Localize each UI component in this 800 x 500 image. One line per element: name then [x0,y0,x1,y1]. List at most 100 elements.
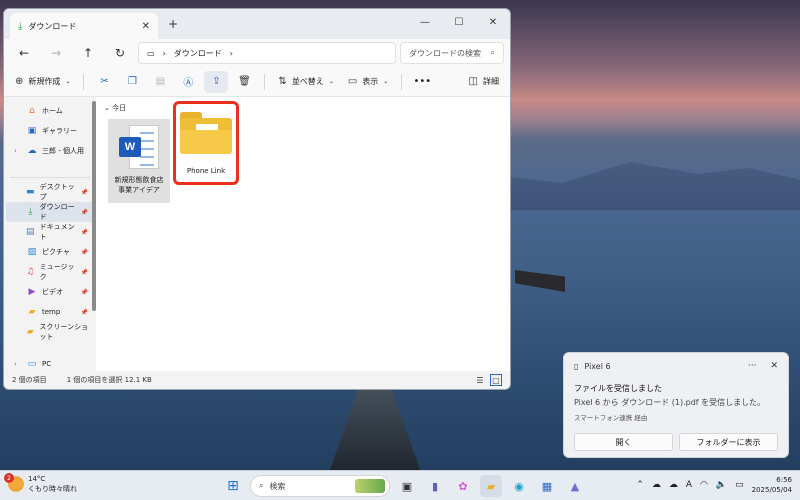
tab-title: ダウンロード [28,21,77,31]
nav-item-screenshots[interactable]: ▰ スクリーンショット [6,322,94,342]
volume-icon[interactable]: 🔈 [716,480,727,490]
folder-item-phone-link[interactable]: Phone Link [173,101,239,185]
show-in-folder-button[interactable]: フォルダーに表示 [679,433,778,451]
wallpaper-pier [330,380,420,470]
nav-item-music[interactable]: ♫ ミュージック 📌 [6,262,94,282]
cut-button[interactable]: ✂ [92,71,116,93]
paste-button[interactable]: ▤ [148,71,172,93]
nav-item-downloads[interactable]: ⤓ ダウンロード 📌 [6,202,94,222]
details-view-icon[interactable]: ☰ [474,374,486,386]
share-icon: ⇪ [212,76,221,87]
copy-icon: ❐ [127,76,137,87]
monitor-icon: ▭ [27,359,37,369]
explorer-body: ⌂ ホーム ▣ ギャラリー › ☁ 三郎 - 個人用 ▬ デスクトップ 📌 ⤓ ダウンロード 📌… [4,97,510,371]
toast-header: ▯ Pixel 6 ··· ✕ [574,361,778,371]
plus-circle-icon: ⊕ [15,76,24,87]
toolbar-divider [401,73,403,90]
task-view-icon[interactable]: ▣ [396,475,418,497]
details-button[interactable]: ◫ 詳細 [464,71,504,93]
tab-downloads[interactable]: ⤓ ダウンロード ✕ [10,13,158,39]
toast-message: Pixel 6 から ダウンロード (1).pdf を受信しました。 [574,398,766,407]
sort-button[interactable]: ⇅ 並べ替え ⌄ [273,71,338,93]
start-button[interactable]: ⊞ [222,475,244,497]
store-icon[interactable]: ▦ [536,475,558,497]
nav-label: ビデオ [42,288,63,296]
chevron-down-icon: ⌄ [104,104,110,112]
share-button[interactable]: ⇪ [204,70,229,93]
large-icons-view-icon[interactable]: ▢ [490,374,502,386]
file-explorer-taskbar-icon[interactable]: ▰ [480,475,502,497]
onedrive-icon[interactable]: ☁ [669,480,678,490]
wifi-icon[interactable]: ◠ [700,480,708,490]
group-header-today[interactable]: ⌄ 今日 [104,103,126,113]
open-button[interactable]: 開く [574,433,673,451]
app-icon[interactable]: ▲ [564,475,586,497]
toast-close-button[interactable]: ✕ [770,361,778,371]
phone-icon: ▯ [574,361,579,371]
file-item-word-document[interactable]: W 新規形態飲食店 事業アイデア [108,119,170,203]
chevron-right-icon[interactable]: › [14,147,22,155]
search-highlight-image [355,479,385,493]
close-tab-icon[interactable]: ✕ [142,21,150,32]
nav-item-gallery[interactable]: ▣ ギャラリー [6,121,94,141]
minimize-button[interactable]: — [408,9,442,35]
nav-item-videos[interactable]: ▶ ビデオ 📌 [6,282,94,302]
nav-label: temp [42,308,61,316]
edge-icon[interactable]: ◉ [508,475,530,497]
nav-label: ダウンロード [39,203,75,221]
navigation-pane: ⌂ ホーム ▣ ギャラリー › ☁ 三郎 - 個人用 ▬ デスクトップ 📌 ⤓ ダウンロード 📌… [4,97,96,371]
weather-widget[interactable]: 2 14°C くもり時々晴れ [4,473,77,494]
nav-label: スクリーンショット [39,323,89,341]
delete-button[interactable]: 🗑 [232,71,256,93]
toast-more-button[interactable]: ··· [748,361,757,371]
command-bar: ⊕ 新規作成 ⌄ ✂ ❐ ▤ Ⓐ ⇪ 🗑 ⇅ 並べ替え ⌄ ▭ 表示 ⌄ •••… [4,67,510,97]
toolbar-divider [83,73,85,90]
forward-button[interactable]: → [42,42,70,64]
search-icon: ⌕ [259,481,264,490]
wallpaper-mountains [460,162,800,210]
battery-icon[interactable]: ▭ [735,480,744,490]
view-button[interactable]: ▭ 表示 ⌄ [343,71,393,93]
back-button[interactable]: ← [10,42,38,64]
breadcrumb[interactable]: ダウンロード [174,48,222,59]
document-icon: ▤ [26,227,35,237]
search-placeholder: ダウンロードの検索 [409,48,481,58]
toast-source: スマートフォン連携 経由 [574,414,648,422]
nav-item-pictures[interactable]: ▨ ピクチャ 📌 [6,242,94,262]
view-switcher: ☰ ▢ [474,374,502,386]
nav-item-desktop[interactable]: ▬ デスクトップ 📌 [6,182,94,202]
copy-button[interactable]: ❐ [120,71,144,93]
phone-link-tray-icon[interactable]: ☁ [652,480,661,490]
up-button[interactable]: ↑ [74,42,102,64]
maximize-button[interactable]: ☐ [442,9,476,35]
nav-item-onedrive[interactable]: › ☁ 三郎 - 個人用 [6,141,94,161]
teams-icon[interactable]: ▮ [424,475,446,497]
rename-button[interactable]: Ⓐ [176,71,200,93]
close-window-button[interactable]: ✕ [476,9,510,35]
file-list-area[interactable]: ⌄ 今日 W 新規形態飲食店 事業アイデア Phone Link [96,97,510,371]
copilot-icon[interactable]: ✿ [452,475,474,497]
refresh-button[interactable]: ↻ [106,42,134,64]
nav-item-documents[interactable]: ▤ ドキュメント 📌 [6,222,94,242]
chevron-up-icon[interactable]: ⌃ [636,480,644,490]
sort-icon: ⇅ [278,76,287,87]
search-input[interactable]: ダウンロードの検索 ⌕ [400,42,504,64]
clock[interactable]: 6:56 2025/05/04 [752,475,792,495]
new-button[interactable]: ⊕ 新規作成 ⌄ [10,71,75,93]
taskbar-search[interactable]: ⌕ 検索 [250,475,390,497]
folder-icon: ▰ [26,327,34,337]
wallpaper-dock [515,270,565,292]
chevron-right-icon[interactable]: › [14,360,22,368]
clipboard-icon: ▤ [155,76,166,87]
title-bar: ⤓ ダウンロード ✕ + — ☐ ✕ [4,9,510,39]
nav-item-temp[interactable]: ▰ temp 📌 [6,302,94,322]
nav-item-home[interactable]: ⌂ ホーム [6,101,94,121]
file-explorer-window: ⤓ ダウンロード ✕ + — ☐ ✕ ← → ↑ ↻ ▭ › ダウンロード › … [3,8,511,390]
chevron-down-icon: ⌄ [383,78,389,85]
pin-icon: 📌 [80,228,88,236]
new-tab-button[interactable]: + [168,17,178,31]
ime-indicator[interactable]: A [686,480,692,490]
address-field[interactable]: ▭ › ダウンロード › [138,42,396,64]
video-icon: ▶ [28,287,36,297]
more-options-button[interactable]: ••• [410,71,434,93]
